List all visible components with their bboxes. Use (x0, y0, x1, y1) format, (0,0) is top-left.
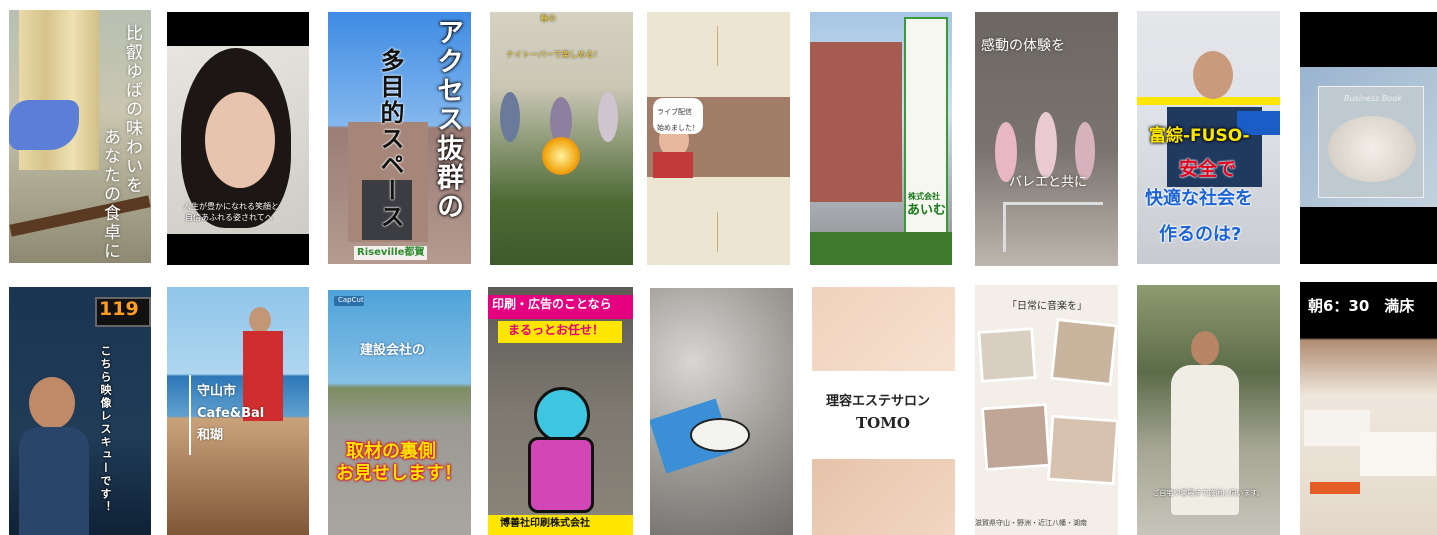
video-thumbnail-company-building[interactable]: 株式会社 あいむ (810, 12, 952, 265)
caption-line-2: 快適な社会を (1145, 188, 1253, 209)
caption-text: ご自宅や職場まで施術に伺います。 (1152, 489, 1264, 497)
caption-line-3: お見せします！ (336, 463, 462, 484)
video-thumbnail-man-white-suit[interactable]: ご自宅や職場まで施術に伺います。 (1137, 285, 1280, 535)
sign-119: 119 (99, 298, 139, 320)
caption-line-1: 建設会社の (360, 343, 426, 358)
caption-line-2: バレエと共に (1009, 175, 1088, 190)
caption-text: 朝6：30 満床 (1308, 297, 1415, 315)
video-thumbnail-barber-salon[interactable]: 理容エステサロン TOMO (812, 287, 955, 535)
speech-bubble: ライブ配信 始めました！ (653, 98, 703, 135)
caption-line-1: 比叡ゆばの味わいを (122, 24, 142, 195)
sign-line-2: あいむ (907, 203, 947, 218)
caption-line-1: 春の (540, 14, 556, 23)
caption-line-2: 自信あふれる姿されてへ (185, 213, 273, 222)
video-thumbnail-yuba[interactable]: 比叡ゆばの味わいを あなたの食卓に (9, 10, 151, 263)
caption-line-2: 多目的スペース (376, 48, 404, 230)
video-thumbnail-woman-portrait[interactable]: 人生が豊かになれる笑顔と 自信あふれる姿されてへ (167, 12, 309, 265)
sign-line-1: 株式会社 (908, 192, 940, 201)
caption-line-2: TOMO (856, 414, 910, 432)
caption-line-3: 和瑚 (197, 428, 224, 443)
video-thumbnail-clinic[interactable]: 朝6：30 満床 (1300, 282, 1437, 535)
caption-text: こちら映像レスキューです！ (99, 345, 112, 514)
video-thumbnail-grid: 比叡ゆばの味わいを あなたの食卓に 人生が豊かになれる笑顔と 自信あふれる姿され… (0, 0, 1437, 535)
video-thumbnail-music-school[interactable]: 「日常に音楽を」 滋賀県守山・野洲・近江八幡・湖南 (975, 285, 1118, 535)
company-name: 博善社印刷株式会社 (500, 518, 590, 529)
caption-line-2: 取材の裏側 (346, 441, 436, 462)
app-logo-text: CapCut (338, 296, 364, 304)
video-thumbnail-fuso[interactable]: 富綜-FUSO- 安全で 快適な社会を 作るのは? (1137, 11, 1280, 264)
bubble-line-1: ライブ配信 (657, 108, 692, 117)
caption-line-1: 人生が豊かになれる笑顔と (183, 202, 279, 211)
video-thumbnail-live-stream[interactable]: ライブ配信 始めました！ (647, 12, 790, 265)
caption-line-1: 感動の体験を (981, 38, 1065, 54)
video-thumbnail-shell[interactable]: Business Book (1300, 12, 1437, 264)
caption-line-1: 守山市 (197, 384, 237, 399)
video-thumbnail-park-night[interactable]: 春の ナイトーバーで楽しめる！ (490, 12, 633, 265)
video-thumbnail-ballet[interactable]: 感動の体験を バレエと共に (975, 12, 1118, 266)
caption-line-2: 滋賀県守山・野洲・近江八幡・湖南 (975, 519, 1087, 527)
caption-line-2: まるっとお任せ！ (508, 323, 605, 337)
brand-logo-text: Riseville都賀 (354, 246, 428, 260)
caption-line-1: 安全で (1179, 158, 1237, 180)
caption-line-1: アクセス抜群の (432, 18, 463, 221)
caption-line-2: あなたの食卓に (100, 128, 120, 261)
book-title: Business Book (1344, 94, 1402, 103)
video-thumbnail-construction[interactable]: CapCut 建設会社の 取材の裏側 お見せします！ (328, 290, 471, 535)
video-thumbnail-cafe[interactable]: 守山市 Cafe&Bal 和瑚 (167, 287, 309, 535)
video-thumbnail-printing[interactable]: 印刷・広告のことなら まるっとお任せ！ 博善社印刷株式会社 (488, 287, 633, 535)
caption-line-2: Cafe&Bal (197, 406, 265, 421)
video-thumbnail-multipurpose-space[interactable]: アクセス抜群の 多目的スペース Riseville都賀 (328, 12, 471, 264)
caption-line-1: 「日常に音楽を」 (1007, 301, 1087, 312)
video-thumbnail-rescue[interactable]: 119 こちら映像レスキューです！ (9, 287, 151, 535)
caption-line-1: 理容エステサロン (826, 394, 931, 409)
caption-line-2: ナイトーバーで楽しめる！ (506, 50, 602, 59)
caption-line-3: 作るのは? (1159, 224, 1242, 245)
caption-line-1: 印刷・広告のことなら (492, 297, 612, 311)
bubble-line-2: 始めました！ (657, 124, 699, 133)
title-text: 富綜-FUSO- (1149, 126, 1250, 146)
video-thumbnail-cherry-blossom[interactable] (650, 288, 793, 535)
